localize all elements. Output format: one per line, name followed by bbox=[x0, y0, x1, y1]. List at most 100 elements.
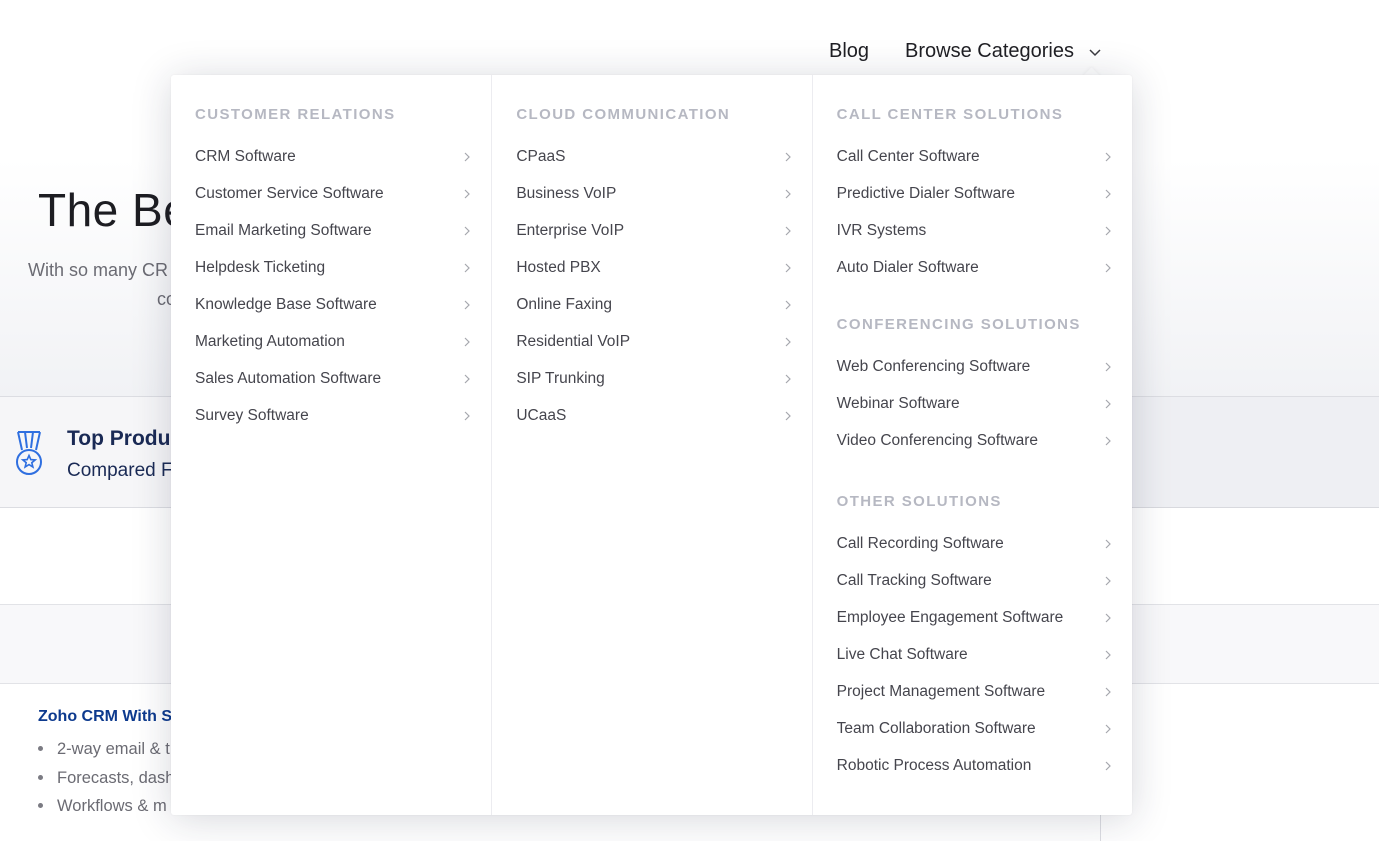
chevron-right-icon bbox=[464, 263, 471, 273]
chevron-right-icon bbox=[785, 226, 791, 236]
menu-column: Customer Relations CRM Software Customer S… bbox=[171, 75, 491, 815]
menu-group-list: Call Recording Software Call Tracking Sof… bbox=[837, 525, 1132, 784]
feature-item: 2-way email & t bbox=[38, 736, 174, 765]
menu-item[interactable]: Email Marketing Software bbox=[195, 212, 491, 249]
menu-item-label: Online Faxing bbox=[516, 296, 612, 313]
menu-group-list: CRM Software Customer Service Software Ema… bbox=[195, 138, 491, 434]
chevron-right-icon bbox=[1105, 576, 1111, 586]
bullet-icon bbox=[38, 746, 43, 751]
menu-item-label: Knowledge Base Software bbox=[195, 296, 377, 313]
menu-item[interactable]: Predictive Dialer Software bbox=[837, 175, 1132, 212]
menu-item[interactable]: Employee Engagement Software bbox=[837, 599, 1132, 636]
medal-icon bbox=[16, 431, 42, 475]
chevron-right-icon bbox=[464, 374, 471, 384]
menu-item-label: Call Center Software bbox=[836, 148, 980, 165]
menu-item[interactable]: CRM Software bbox=[195, 138, 491, 175]
menu-item[interactable]: Sales Automation Software bbox=[195, 360, 491, 397]
chevron-right-icon bbox=[1105, 436, 1111, 446]
menu-item[interactable]: Web Conferencing Software bbox=[837, 348, 1132, 385]
menu-item-label: Employee Engagement Software bbox=[836, 609, 1064, 626]
chevron-right-icon bbox=[1105, 724, 1111, 734]
menu-item-label: Team Collaboration Software bbox=[836, 720, 1036, 737]
menu-item[interactable]: Call Recording Software bbox=[837, 525, 1132, 562]
menu-item-label: Enterprise VoIP bbox=[516, 222, 625, 239]
menu-item[interactable]: Team Collaboration Software bbox=[837, 710, 1132, 747]
menu-item[interactable]: Customer Service Software bbox=[195, 175, 491, 212]
chevron-right-icon bbox=[1105, 189, 1111, 199]
menu-item[interactable]: Project Management Software bbox=[837, 673, 1132, 710]
menu-item[interactable]: CPaaS bbox=[516, 138, 811, 175]
menu-item-label: Sales Automation Software bbox=[195, 370, 382, 387]
browse-categories-label: Browse Categories bbox=[905, 40, 1074, 62]
chevron-right-icon bbox=[785, 411, 791, 421]
chevron-right-icon bbox=[785, 152, 791, 162]
chevron-right-icon bbox=[785, 263, 791, 273]
menu-item-label: Hosted PBX bbox=[516, 259, 601, 276]
menu-item[interactable]: Video Conferencing Software bbox=[837, 422, 1132, 459]
chevron-right-icon bbox=[1105, 399, 1111, 409]
chevron-right-icon bbox=[464, 411, 471, 421]
menu-item[interactable]: Business VoIP bbox=[516, 175, 811, 212]
menu-item-label: Live Chat Software bbox=[836, 646, 968, 663]
chevron-right-icon bbox=[464, 226, 471, 236]
menu-item-label: CPaaS bbox=[516, 148, 566, 165]
menu-item-label: IVR Systems bbox=[836, 222, 927, 239]
menu-group-heading: Call Center Solutions bbox=[836, 106, 1064, 123]
menu-item[interactable]: Live Chat Software bbox=[837, 636, 1132, 673]
hero-subtitle: With so many CR bbox=[28, 260, 169, 280]
chevron-right-icon bbox=[1105, 152, 1111, 162]
awards-title: Top Produc bbox=[67, 427, 183, 450]
menu-item[interactable]: Helpdesk Ticketing bbox=[195, 249, 491, 286]
menu-group: Cloud Communication CPaaS Business VoIP Ent… bbox=[516, 106, 811, 434]
menu-item[interactable]: Knowledge Base Software bbox=[195, 286, 491, 323]
menu-item-label: Call Recording Software bbox=[836, 535, 1004, 552]
menu-item-label: Helpdesk Ticketing bbox=[195, 259, 326, 276]
chevron-down-icon bbox=[1089, 48, 1101, 56]
menu-item[interactable]: Call Center Software bbox=[837, 138, 1132, 175]
menu-item[interactable]: SIP Trunking bbox=[516, 360, 811, 397]
menu-group-heading: Cloud Communication bbox=[516, 106, 731, 123]
menu-item-label: Residential VoIP bbox=[516, 333, 631, 350]
menu-item[interactable]: Residential VoIP bbox=[516, 323, 811, 360]
menu-item-label: CRM Software bbox=[195, 148, 296, 165]
menu-column: Cloud Communication CPaaS Business VoIP Ent… bbox=[491, 75, 811, 815]
menu-item-label: Predictive Dialer Software bbox=[836, 185, 1015, 202]
menu-group-list: CPaaS Business VoIP Enterprise VoIP Hosted … bbox=[516, 138, 811, 434]
nav-blog-link[interactable]: Blog bbox=[829, 40, 869, 63]
bullet-icon bbox=[38, 774, 43, 780]
menu-item[interactable]: Auto Dialer Software bbox=[837, 249, 1132, 286]
menu-group-heading: Conferencing Solutions bbox=[836, 316, 1081, 333]
menu-item[interactable]: Webinar Software bbox=[837, 385, 1132, 422]
menu-item-label: Marketing Automation bbox=[195, 333, 345, 350]
product-card-border bbox=[1100, 815, 1101, 841]
chevron-right-icon bbox=[1105, 362, 1111, 372]
categories-mega-menu: Customer Relations CRM Software Customer S… bbox=[171, 75, 1132, 815]
menu-group-heading: Customer Relations bbox=[195, 106, 396, 123]
chevron-right-icon bbox=[785, 374, 791, 384]
chevron-right-icon bbox=[464, 152, 471, 162]
product-title-link[interactable]: Zoho CRM With S bbox=[38, 708, 172, 726]
menu-group: Conferencing Solutions Web Conferencing S… bbox=[837, 316, 1132, 459]
menu-item[interactable]: IVR Systems bbox=[837, 212, 1132, 249]
chevron-right-icon bbox=[1105, 761, 1111, 771]
menu-item[interactable]: Call Tracking Software bbox=[837, 562, 1132, 599]
menu-group-heading: Other Solutions bbox=[836, 493, 1002, 510]
menu-item[interactable]: Hosted PBX bbox=[516, 249, 811, 286]
feature-item: Workflows & m bbox=[38, 793, 174, 822]
chevron-right-icon bbox=[785, 189, 791, 199]
menu-item[interactable]: UCaaS bbox=[516, 397, 811, 434]
chevron-right-icon bbox=[1105, 613, 1111, 623]
menu-item[interactable]: Enterprise VoIP bbox=[516, 212, 811, 249]
menu-item[interactable]: Marketing Automation bbox=[195, 323, 491, 360]
menu-item[interactable]: Robotic Process Automation bbox=[837, 747, 1132, 784]
menu-item-label: Web Conferencing Software bbox=[836, 358, 1031, 375]
menu-item-label: Project Management Software bbox=[836, 683, 1046, 700]
product-features: 2-way email & t Forecasts, dash Workflow… bbox=[38, 736, 174, 822]
chevron-right-icon bbox=[1105, 539, 1111, 549]
menu-item[interactable]: Online Faxing bbox=[516, 286, 811, 323]
menu-item[interactable]: Survey Software bbox=[195, 397, 491, 434]
chevron-right-icon bbox=[785, 300, 791, 310]
chevron-right-icon bbox=[464, 337, 471, 347]
nav-browse-categories[interactable]: Browse Categories bbox=[905, 40, 1102, 63]
chevron-right-icon bbox=[464, 189, 471, 199]
